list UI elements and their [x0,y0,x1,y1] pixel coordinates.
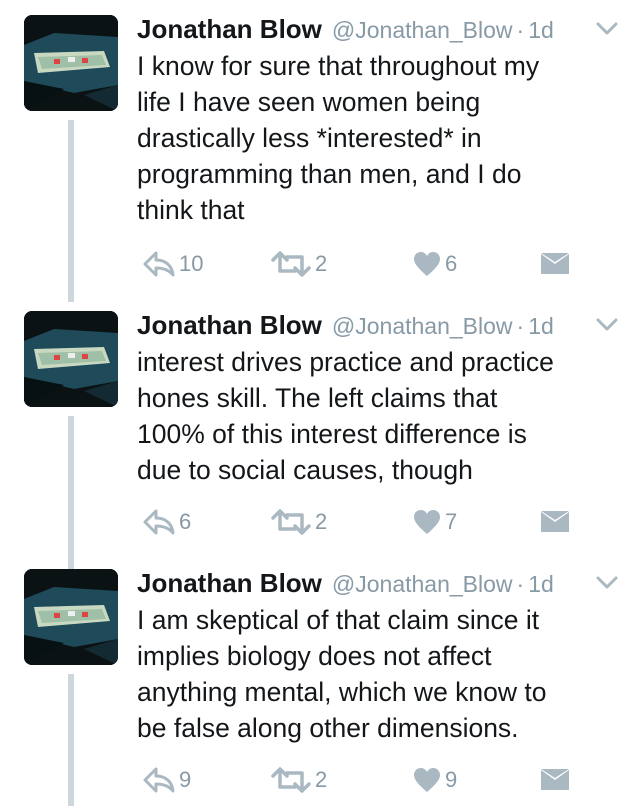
separator-dot: · [516,571,525,597]
author-name[interactable]: Jonathan Blow [137,14,322,45]
tweet-text: I know for sure that throughout my life … [137,51,540,225]
retweet-button[interactable]: 2 [271,506,327,538]
thread-line [68,674,74,806]
reply-button[interactable]: 10 [143,248,203,280]
retweet-icon [271,509,311,535]
retweet-button[interactable]: 2 [271,248,327,280]
separator-dot: · [516,313,525,339]
reply-icon [143,767,175,793]
chevron-down-icon[interactable] [596,318,618,332]
timestamp[interactable]: 1d [528,313,554,340]
timestamp[interactable]: 1d [528,17,554,44]
retweet-count: 2 [315,767,328,792]
avatar-image [24,15,118,111]
heart-icon [414,252,440,276]
avatar-image [24,569,118,665]
retweet-icon [271,251,311,277]
avatar[interactable] [24,311,118,407]
chevron-down-icon[interactable] [596,576,618,590]
tweet-header: Jonathan Blow @Jonathan_Blow · 1d [137,568,554,602]
author-name[interactable]: Jonathan Blow [137,568,322,599]
reply-count: 9 [179,767,192,792]
heart-icon [414,768,440,792]
reply-button[interactable]: 6 [143,506,191,538]
author-handle[interactable]: @Jonathan_Blow [332,17,513,44]
tweet[interactable]: Jonathan Blow @Jonathan_Blow · 1d intere… [0,296,639,598]
envelope-icon [541,253,569,274]
direct-message-button[interactable] [540,506,570,538]
envelope-icon [541,769,569,790]
reply-count: 10 [179,251,204,276]
thread-line [68,120,74,302]
reply-count: 6 [179,509,192,534]
envelope-icon [541,511,569,532]
direct-message-button[interactable] [540,248,570,280]
tweet-text: interest drives practice and practice ho… [137,347,554,485]
tweet[interactable]: Jonathan Blow @Jonathan_Blow · 1d I am s… [0,554,639,806]
like-count: 9 [445,767,458,792]
reply-button[interactable]: 9 [143,764,191,796]
timestamp[interactable]: 1d [528,571,554,598]
like-count: 7 [445,509,458,534]
tweet[interactable]: Jonathan Blow @Jonathan_Blow · 1d I know… [0,0,639,302]
tweet-header: Jonathan Blow @Jonathan_Blow · 1d [137,14,554,48]
like-count: 6 [445,251,458,276]
retweet-icon [271,767,311,793]
like-button[interactable]: 6 [413,248,457,280]
author-name[interactable]: Jonathan Blow [137,310,322,341]
retweet-button[interactable]: 2 [271,764,327,796]
reply-icon [143,251,175,277]
tweet-header: Jonathan Blow @Jonathan_Blow · 1d [137,310,554,344]
direct-message-button[interactable] [540,764,570,796]
chevron-down-icon[interactable] [596,22,618,36]
tweet-actions: 6 2 7 [137,506,577,538]
author-handle[interactable]: @Jonathan_Blow [332,313,513,340]
avatar-image [24,311,118,407]
separator-dot: · [516,17,525,43]
heart-icon [414,510,440,534]
retweet-count: 2 [315,251,328,276]
reply-icon [143,509,175,535]
retweet-count: 2 [315,509,328,534]
tweet-actions: 9 2 9 [137,764,577,796]
like-button[interactable]: 9 [413,764,457,796]
tweet-actions: 10 2 6 [137,248,577,280]
like-button[interactable]: 7 [413,506,457,538]
avatar[interactable] [24,15,118,111]
tweet-text: I am skeptical of that claim since it im… [137,605,547,743]
avatar[interactable] [24,569,118,665]
author-handle[interactable]: @Jonathan_Blow [332,571,513,598]
